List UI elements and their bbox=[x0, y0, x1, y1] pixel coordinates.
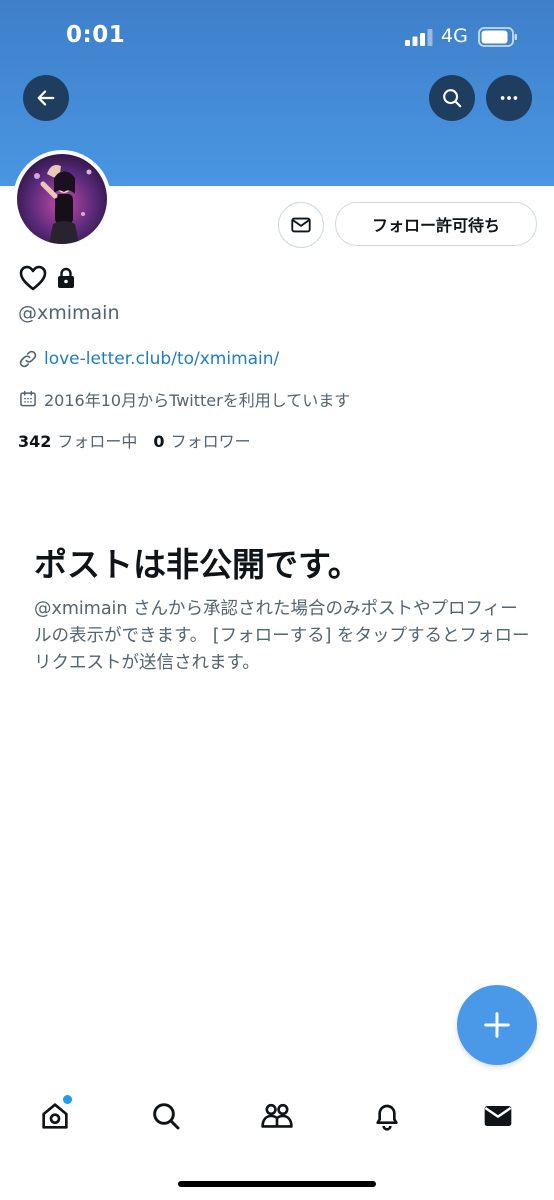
compose-post-button[interactable] bbox=[457, 985, 537, 1065]
lock-icon bbox=[58, 267, 74, 288]
nav-communities[interactable] bbox=[257, 1096, 297, 1136]
nav-messages[interactable] bbox=[478, 1096, 518, 1136]
profile-website[interactable]: love-letter.club/to/xmimain/ bbox=[18, 349, 279, 369]
following-count[interactable]: 342 bbox=[18, 432, 51, 451]
joined-text: 2016年10月からTwitterを利用しています bbox=[44, 391, 351, 410]
home-indicator bbox=[178, 1181, 376, 1187]
arrow-left-icon bbox=[37, 90, 55, 106]
followers-label[interactable]: フォロワー bbox=[171, 428, 251, 452]
follow-pending-button[interactable]: フォロー許可待ち bbox=[335, 202, 537, 246]
profile-handle: @xmimain bbox=[18, 302, 120, 324]
nav-notifications[interactable] bbox=[367, 1096, 407, 1136]
home-notification-dot bbox=[63, 1095, 72, 1104]
back-button[interactable] bbox=[23, 75, 69, 121]
display-name bbox=[18, 263, 76, 293]
more-horizontal-icon bbox=[500, 96, 518, 100]
following-label[interactable]: フォロー中 bbox=[57, 428, 137, 452]
plus-icon bbox=[484, 1012, 510, 1038]
private-posts-description: @xmimain さんから承認された場合のみポストやプロフィールの表示ができます… bbox=[34, 599, 530, 673]
search-button[interactable] bbox=[429, 75, 475, 121]
avatar-photo bbox=[17, 154, 107, 244]
bell-icon bbox=[376, 1104, 398, 1131]
communities-icon bbox=[261, 1103, 293, 1128]
bottom-navigation bbox=[0, 1080, 554, 1160]
followers-count[interactable]: 0 bbox=[153, 432, 164, 451]
envelope-icon bbox=[484, 1106, 512, 1126]
search-icon bbox=[443, 89, 462, 108]
website-link[interactable]: love-letter.club/to/xmimain/ bbox=[44, 349, 279, 369]
private-posts-title: ポストは非公開です。 bbox=[34, 545, 361, 584]
calendar-icon bbox=[20, 390, 36, 407]
follow-counts: 342 フォロー中 0 フォロワー bbox=[18, 428, 267, 452]
avatar[interactable] bbox=[13, 150, 111, 248]
battery-icon bbox=[478, 27, 517, 47]
profile-joined-date: 2016年10月からTwitterを利用しています bbox=[18, 387, 350, 411]
network-type: 4G bbox=[441, 25, 468, 47]
envelope-icon bbox=[291, 217, 311, 233]
signal-bars-icon bbox=[405, 29, 433, 46]
home-icon bbox=[42, 1103, 68, 1129]
heart-outline-icon bbox=[19, 265, 47, 291]
nav-explore[interactable] bbox=[146, 1096, 186, 1136]
status-time: 0:01 bbox=[66, 22, 126, 48]
search-icon bbox=[153, 1103, 180, 1130]
status-bar: 0:01 4G bbox=[0, 0, 554, 70]
more-options-button[interactable] bbox=[486, 75, 532, 121]
message-button[interactable] bbox=[278, 202, 324, 248]
link-icon bbox=[19, 350, 37, 368]
